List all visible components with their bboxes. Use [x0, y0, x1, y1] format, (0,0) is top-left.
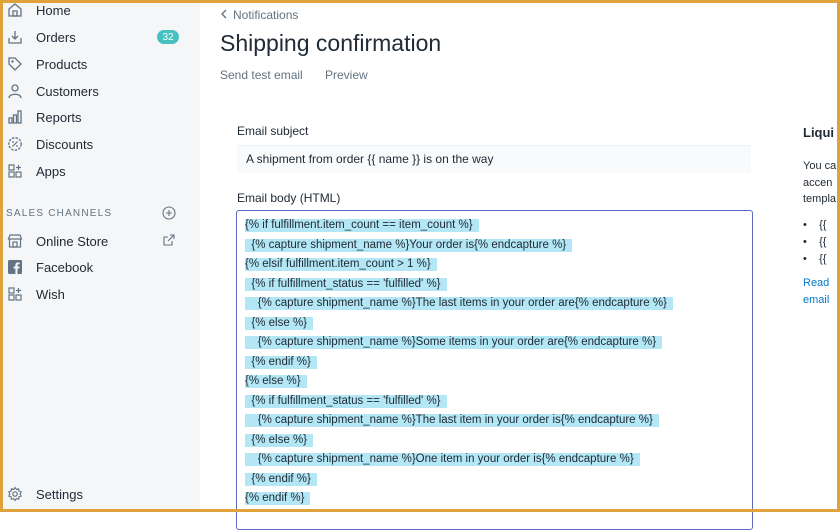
code-line: {% endif %}: [245, 489, 311, 508]
code-line: {% elsif fulfillment.item_count > 1 %}: [245, 255, 437, 274]
sidebar-item-label: Facebook: [36, 259, 94, 275]
add-channel-icon[interactable]: [162, 206, 176, 220]
sidebar-item-settings[interactable]: Settings: [0, 482, 200, 506]
sidebar-item-label: Settings: [36, 486, 83, 502]
sidebar: Home Orders 32 Products Customers Report…: [0, 0, 200, 512]
liquid-docs-link[interactable]: email: [803, 294, 829, 306]
breadcrumb-link[interactable]: Notifications: [233, 8, 298, 22]
code-line: {% else %}: [245, 431, 314, 450]
email-subject-field[interactable]: A shipment from order {{ name }} is on t…: [237, 145, 751, 173]
liquid-help-panel: Liqui You ca accen templa • {{ • {{ • {{…: [803, 0, 840, 512]
code-line: {% endif %}: [245, 353, 317, 372]
code-line: {% if fulfillment_status == 'fulfilled' …: [245, 392, 447, 411]
code-line: {% if fulfillment.item_count == item_cou…: [245, 216, 479, 235]
liquid-help-title: Liqui: [803, 125, 835, 140]
person-icon: [6, 82, 24, 100]
orders-icon: [6, 28, 24, 46]
sidebar-item-wish[interactable]: Wish: [0, 282, 200, 306]
liquid-variable-item: • {{: [803, 219, 827, 231]
breadcrumb[interactable]: Notifications: [220, 8, 298, 22]
code-line: {% else %}: [245, 314, 314, 333]
sidebar-item-label: Apps: [36, 163, 66, 179]
facebook-icon: [6, 258, 24, 276]
apps-icon: [6, 285, 24, 303]
liquid-help-text: templa: [803, 193, 837, 205]
sidebar-item-apps[interactable]: Apps: [0, 159, 200, 183]
liquid-variable-item: • {{: [803, 253, 827, 265]
code-line: {% capture shipment_name %}One item in y…: [245, 450, 640, 469]
sidebar-item-home[interactable]: Home: [0, 0, 200, 22]
send-test-email-button[interactable]: Send test email: [220, 68, 303, 82]
sidebar-item-label: Customers: [36, 83, 99, 99]
main-content: Notifications Shipping confirmation Send…: [200, 0, 840, 530]
preview-button[interactable]: Preview: [325, 68, 368, 82]
code-line: {% capture shipment_name %}The last item…: [245, 294, 673, 313]
gear-icon: [6, 485, 24, 503]
chevron-left-icon: [220, 8, 228, 22]
email-body-label: Email body (HTML): [237, 191, 341, 205]
sidebar-item-label: Reports: [36, 109, 82, 125]
sidebar-item-label: Home: [36, 2, 71, 18]
code-line: {% capture shipment_name %}Your order is…: [245, 236, 573, 255]
discount-icon: [6, 135, 24, 153]
orders-count-badge: 32: [157, 30, 179, 44]
sidebar-item-reports[interactable]: Reports: [0, 105, 200, 129]
external-link-icon[interactable]: [162, 233, 176, 247]
liquid-variable-item: • {{: [803, 236, 827, 248]
store-icon: [6, 232, 24, 250]
page-title: Shipping confirmation: [220, 30, 442, 56]
sidebar-item-label: Wish: [36, 286, 65, 302]
code-line: {% if fulfillment_status == 'fulfilled' …: [245, 275, 447, 294]
sidebar-item-discounts[interactable]: Discounts: [0, 132, 200, 156]
code-line: {% capture shipment_name %}The last item…: [245, 411, 659, 430]
sidebar-item-label: Online Store: [36, 233, 109, 249]
code-line: {% endif %}: [245, 470, 317, 489]
liquid-docs-link[interactable]: Read: [803, 277, 829, 289]
bar-chart-icon: [6, 108, 24, 126]
liquid-help-text: accen: [803, 177, 833, 189]
apps-icon: [6, 162, 24, 180]
tag-icon: [6, 55, 24, 73]
sales-channels-heading: SALES CHANNELS: [6, 208, 113, 219]
sidebar-item-facebook[interactable]: Facebook: [0, 255, 200, 279]
email-body-editor[interactable]: {% if fulfillment.item_count == item_cou…: [236, 210, 753, 530]
sidebar-item-customers[interactable]: Customers: [0, 79, 200, 103]
home-icon: [6, 1, 24, 19]
sidebar-item-products[interactable]: Products: [0, 52, 200, 76]
sidebar-item-label: Discounts: [36, 136, 94, 152]
email-subject-label: Email subject: [237, 124, 309, 138]
code-line: {% else %}: [245, 372, 307, 391]
sidebar-item-orders[interactable]: Orders 32: [0, 25, 200, 49]
sidebar-item-label: Products: [36, 56, 88, 72]
code-line: {% capture shipment_name %}Some items in…: [245, 333, 663, 352]
sidebar-item-label: Orders: [36, 29, 76, 45]
liquid-help-text: You ca: [803, 160, 837, 172]
